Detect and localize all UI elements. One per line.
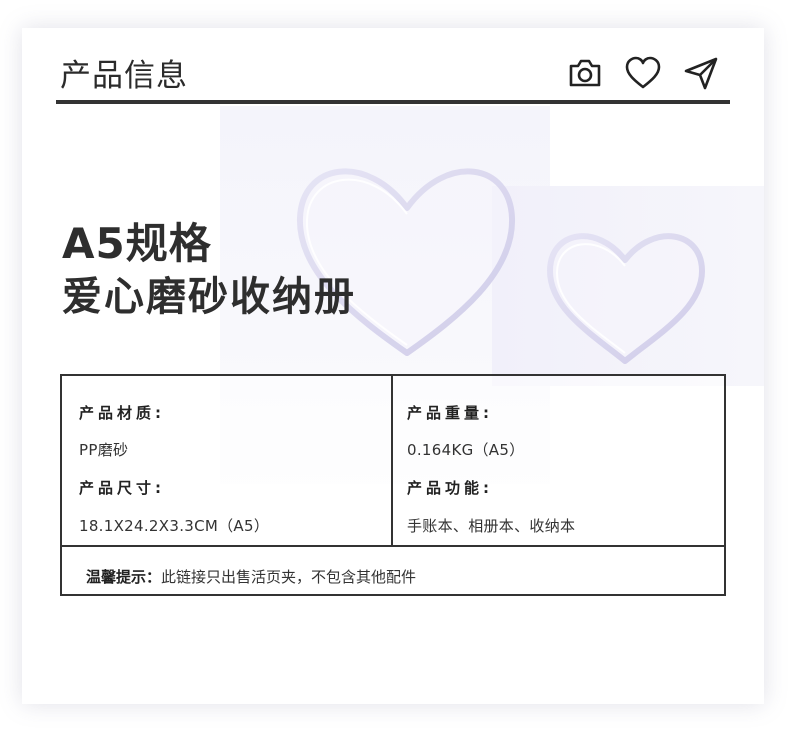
hero-product-name: 爱心磨砂收纳册 bbox=[62, 274, 356, 320]
heart-decoration bbox=[296, 168, 705, 364]
header-bar: 产品信息 bbox=[56, 48, 730, 104]
spec-table: 产品材质: PP磨砂 产品尺寸: 18.1X24.2X3.3CM（A5） 产品重… bbox=[60, 374, 726, 596]
notice-content: 此链接只出售活页夹，不包含其他配件 bbox=[161, 568, 417, 586]
size-label: 产品尺寸: bbox=[79, 479, 165, 497]
size-value: 18.1X24.2X3.3CM（A5） bbox=[79, 517, 270, 535]
page: 产品信息 A5规格 爱心磨砂收纳册 产品材质: PP磨砂 产品尺寸: 18.1X… bbox=[0, 0, 790, 755]
notice-label: 温馨提示： bbox=[86, 568, 162, 586]
header-icons bbox=[566, 54, 720, 92]
spec-column-right: 产品重量: 0.164KG（A5） 产品功能: 手账本、相册本、收纳本 bbox=[393, 376, 724, 545]
weight-label: 产品重量: bbox=[407, 404, 493, 422]
material-label: 产品材质: bbox=[79, 404, 165, 422]
hero-format: A5规格 bbox=[62, 219, 212, 268]
spec-column-left: 产品材质: PP磨砂 产品尺寸: 18.1X24.2X3.3CM（A5） bbox=[62, 376, 393, 545]
product-info-card: 产品信息 A5规格 爱心磨砂收纳册 产品材质: PP磨砂 产品尺寸: 18.1X… bbox=[22, 28, 764, 704]
weight-value: 0.164KG（A5） bbox=[407, 441, 525, 459]
camera-icon[interactable] bbox=[566, 54, 604, 92]
heart-icon[interactable] bbox=[624, 54, 662, 92]
notice-text: 温馨提示：此链接只出售活页夹，不包含其他配件 bbox=[86, 566, 416, 587]
hero-title: A5规格 爱心磨砂收纳册 bbox=[62, 218, 356, 324]
send-icon[interactable] bbox=[682, 54, 720, 92]
function-value: 手账本、相册本、收纳本 bbox=[407, 517, 576, 535]
spec-grid: 产品材质: PP磨砂 产品尺寸: 18.1X24.2X3.3CM（A5） 产品重… bbox=[62, 376, 724, 547]
function-label: 产品功能: bbox=[407, 479, 493, 497]
material-value: PP磨砂 bbox=[79, 441, 129, 459]
page-title: 产品信息 bbox=[60, 58, 188, 94]
